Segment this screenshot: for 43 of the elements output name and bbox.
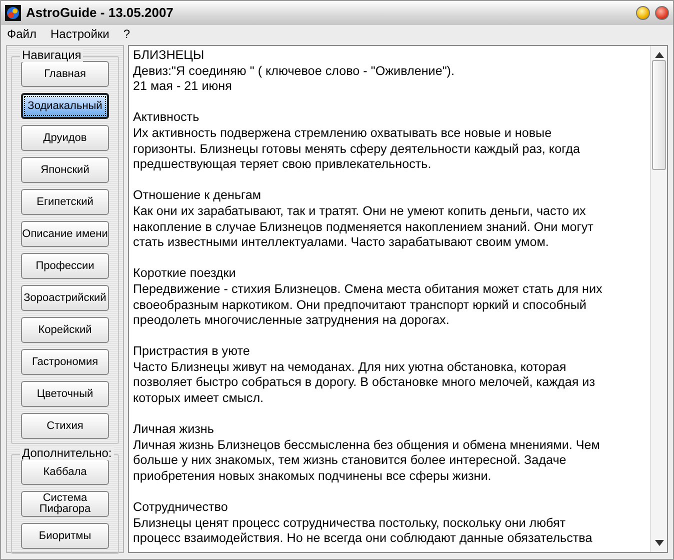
close-button[interactable] [655,6,669,20]
nav-button[interactable]: Египетский [21,189,109,215]
section-text: Как они их зарабатывают, так и тратят. Они не умеют копить деньги, часто их накопление в случае Близнецов подменяется накоплением знаний. Они могут стать известными интеллектуалами. Часто зарабатывают своим умом. [133,204,594,251]
nav-button[interactable]: Каббала [21,459,109,485]
nav-button[interactable]: Гастрономия [21,349,109,375]
nav-button[interactable]: Система Пифагора [21,491,109,517]
group-title: Дополнительно: [20,446,114,460]
group-title: Навигация [20,48,84,62]
section-text: Часто Близнецы живут на чемоданах. Для них уютна обстановка, которая позволяет быстро собраться в дорогу. В обстановке много мелочей, каждая из которых имеет смысл. [133,360,596,407]
nav-button[interactable]: Зороастрийский [21,285,109,311]
menu-item[interactable]: ? [123,24,130,42]
nav-button[interactable]: Корейский [21,317,109,343]
nav-button[interactable]: Биоритмы [21,523,109,549]
app-logo-icon [5,5,21,21]
section-heading: Сотрудничество [133,500,229,516]
minimize-button[interactable] [636,6,650,20]
scroll-thumb[interactable] [652,60,666,170]
nav-button[interactable]: Стихия [21,413,109,439]
menu-item[interactable]: Файл [7,24,37,42]
sign-title: БЛИЗНЕЦЫ [133,48,206,64]
nav-button[interactable]: Цветочный [21,381,109,407]
scroll-up-icon[interactable] [654,52,664,58]
section-heading: Короткие поездки [133,266,237,282]
menu-item[interactable]: Настройки [50,24,110,42]
nav-button[interactable]: Профессии [21,253,109,279]
window-title: AstroGuide - 13.05.2007 [26,4,174,22]
section-heading: Личная жизнь [133,422,215,438]
nav-button[interactable]: Японский [21,157,109,183]
nav-button[interactable]: Главная [21,61,109,87]
section-text: Личная жизнь Близнецов бессмысленна без общения и обмена мнениями. Чем больше у них знакомых, тем жизнь становится более интересной. Задаче приобретения новых знакомых подчинены все сферы жизни. [133,438,601,485]
nav-button[interactable]: Друидов [21,125,109,151]
section-text: Передвижение - стихия Близнецов. Смена места обитания может стать для них своеобразным наркотиком. Они предпочитают транспорт юркий и способный преодолеть многочисленные затруднения на дорогах. [133,282,604,329]
nav-button[interactable]: Описание имени [21,221,109,247]
motto-text: Девиз:"Я соединяю " ( ключевое слово - "Оживление"). [133,64,456,80]
scroll-down-icon[interactable] [654,540,664,546]
section-text: Близнецы ценят процесс сотрудничества постольку, поскольку они любят процесс взаимодействия. Но не всегда они соблюдают данные обязательства [133,516,594,547]
nav-button[interactable]: Зодиакальный [21,93,109,119]
section-heading: Отношение к деньгам [133,188,262,204]
section-heading: Пристрастия в уюте [133,344,251,360]
section-heading: Активность [133,110,200,126]
scrollbar[interactable] [650,46,667,552]
date-range: 21 мая - 21 июня [133,79,233,95]
section-text: Их активность подвержена стремлению охватывать все новые и новые горизонты. Близнецы готовы менять сферу деятельности каждый раз, когда предшествующая теряет свою привлекательность. [133,126,581,173]
